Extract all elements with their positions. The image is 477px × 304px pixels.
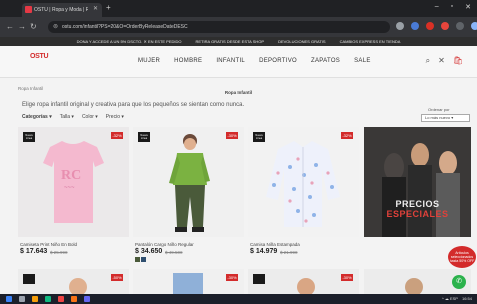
bookmark-star-icon[interactable] xyxy=(396,22,404,30)
discount-badge: -30% xyxy=(226,274,238,281)
close-icon[interactable]: ✕ xyxy=(438,56,445,66)
new-line-badge: Nueva Línea xyxy=(253,132,265,142)
whatsapp-icon[interactable]: ✆ xyxy=(452,275,466,289)
extension-icon[interactable] xyxy=(426,22,434,30)
back-icon[interactable]: ← xyxy=(6,22,14,31)
forward-icon[interactable]: → xyxy=(18,22,26,31)
product-image[interactable] xyxy=(248,127,359,237)
minimize-button[interactable]: – xyxy=(435,3,439,11)
favicon-icon xyxy=(25,6,32,13)
product-name[interactable]: Camiseta Print Niño En Bold xyxy=(20,242,77,247)
discount-badge: -32% xyxy=(341,132,353,139)
new-tab-button[interactable]: + xyxy=(106,3,111,12)
color-swatch[interactable] xyxy=(135,257,140,262)
product-card[interactable]: -30% xyxy=(248,269,359,294)
promo-item[interactable]: RETIRA GRATIS DESDE ESTA SHOP xyxy=(196,39,265,44)
nav-item-deportivo[interactable]: DEPORTIVO xyxy=(259,58,297,64)
close-window-button[interactable]: ✕ xyxy=(465,3,471,11)
banner-line-2: ESPECIALES xyxy=(386,209,449,219)
sort-label: Ordenar por xyxy=(428,107,450,112)
cart-icon[interactable]: 🛍 xyxy=(453,56,463,66)
product-card[interactable]: Nueva Línea -30% xyxy=(133,127,244,237)
search-icon[interactable]: ⌕ xyxy=(426,56,430,66)
system-tray[interactable]: ^ ☁ ESP xyxy=(442,296,458,301)
promo-item[interactable]: CAMBIOS EXPRESS EN TIENDA xyxy=(340,39,401,44)
product-old-price: $ 25.990 xyxy=(50,250,68,255)
discount-badge: -30% xyxy=(226,132,238,139)
menu-icon[interactable] xyxy=(471,22,477,30)
product-image[interactable]: RC ~~~ xyxy=(18,127,129,237)
banner-line-1: PRECIOS xyxy=(395,199,440,209)
filter-size[interactable]: Talla ▾ xyxy=(60,114,74,120)
extension-icon[interactable] xyxy=(441,22,449,30)
special-prices-banner[interactable]: PRECIOS ESPECIALES xyxy=(364,127,471,237)
browser-tab-bar: OSTU | Ropa y Moda | Ropa In ✕ + – ▫ ✕ xyxy=(0,0,477,17)
search-icon[interactable] xyxy=(19,296,25,302)
nav-item-mujer[interactable]: MUJER xyxy=(138,58,160,64)
site-info-icon[interactable]: ⊚ xyxy=(53,23,58,30)
app-icon[interactable] xyxy=(84,296,90,302)
product-price: $ 34.650 xyxy=(135,248,163,255)
filter-price[interactable]: Precio ▾ xyxy=(106,114,124,120)
product-card[interactable]: Nueva Línea -32% xyxy=(248,127,359,237)
sort-dropdown[interactable]: Lo más nuevo ▾ xyxy=(421,114,470,122)
product-name[interactable]: Camisa Niña Estampada xyxy=(250,242,300,247)
product-old-price: $ 49.500 xyxy=(165,250,183,255)
svg-text:RC: RC xyxy=(61,168,81,183)
start-icon[interactable] xyxy=(6,296,12,302)
nav-item-zapatos[interactable]: ZAPATOS xyxy=(311,58,340,64)
product-card[interactable]: -50% xyxy=(18,269,129,294)
os-taskbar: ^ ☁ ESP 16:54 xyxy=(0,294,477,304)
product-card[interactable]: -30% xyxy=(133,269,244,294)
main-nav: MUJER HOMBRE INFANTIL DEPORTIVO ZAPATOS … xyxy=(138,58,371,64)
svg-text:~~~: ~~~ xyxy=(64,185,75,191)
new-line-badge: Nueva Línea xyxy=(23,132,35,142)
product-old-price: $ 21.990 xyxy=(280,250,298,255)
chrome-icon[interactable] xyxy=(58,296,64,302)
promo-item[interactable]: DEVOLUCIONES GRATIS xyxy=(278,39,326,44)
product-price: $ 14.979 xyxy=(250,248,278,255)
promo-item[interactable]: DONA Y ACCEDE A UN 5% DSCTO. ✕ EN ESTE P… xyxy=(77,39,182,44)
nav-item-sale[interactable]: SALE xyxy=(354,58,371,64)
tab-close-icon[interactable]: ✕ xyxy=(93,5,98,12)
banner-image xyxy=(364,127,471,237)
reload-icon[interactable]: ↻ xyxy=(30,22,37,31)
site-header: OSTU MUJER HOMBRE INFANTIL DEPORTIVO ZAP… xyxy=(0,46,477,78)
app-icon[interactable] xyxy=(71,296,77,302)
color-swatch[interactable] xyxy=(141,257,146,262)
site-logo[interactable]: OSTU xyxy=(30,53,49,69)
nav-item-infantil[interactable]: INFANTIL xyxy=(216,58,245,64)
product-name[interactable]: Pantalón Cargo Niño Regular xyxy=(135,242,194,247)
browser-toolbar: ← → ↻ ⊚ ostu.com/infantil?PS=20&O=OrderB… xyxy=(0,17,477,37)
browser-tab[interactable]: OSTU | Ropa y Moda | Ropa In ✕ xyxy=(22,3,102,17)
product-price: $ 17.643 xyxy=(20,248,48,255)
product-image[interactable] xyxy=(133,127,244,237)
profile-avatar[interactable] xyxy=(456,22,464,30)
sale-bubble[interactable]: Artículos seleccionados hasta 50% OFF xyxy=(448,246,476,268)
address-url[interactable]: ostu.com/infantil?PS=20&O=OrderByRelease… xyxy=(62,24,188,30)
category-description: Elige ropa infantil original y creativa … xyxy=(22,102,245,108)
app-icon[interactable] xyxy=(45,296,51,302)
extension-icon[interactable] xyxy=(411,22,419,30)
filter-bar: Categorías ▾ Talla ▾ Color ▾ Precio ▾ xyxy=(22,114,124,120)
new-line-badge: Nueva Línea xyxy=(138,132,150,142)
page-title: Ropa Infantil xyxy=(224,90,253,95)
tab-title: OSTU | Ropa y Moda | Ropa In xyxy=(34,7,88,13)
filter-categories[interactable]: Categorías ▾ xyxy=(22,114,52,120)
discount-badge: -32% xyxy=(111,132,123,139)
product-card[interactable]: RC ~~~ Nueva Línea -32% xyxy=(18,127,129,237)
nav-item-hombre[interactable]: HOMBRE xyxy=(174,58,202,64)
clock[interactable]: 16:54 xyxy=(462,296,472,301)
file-explorer-icon[interactable] xyxy=(32,296,38,302)
address-bar[interactable]: ⊚ ostu.com/infantil?PS=20&O=OrderByRelea… xyxy=(48,21,390,33)
promo-strip: DONA Y ACCEDE A UN 5% DSCTO. ✕ EN ESTE P… xyxy=(0,37,477,46)
filter-color[interactable]: Color ▾ xyxy=(82,114,98,120)
maximize-button[interactable]: ▫ xyxy=(451,3,453,11)
